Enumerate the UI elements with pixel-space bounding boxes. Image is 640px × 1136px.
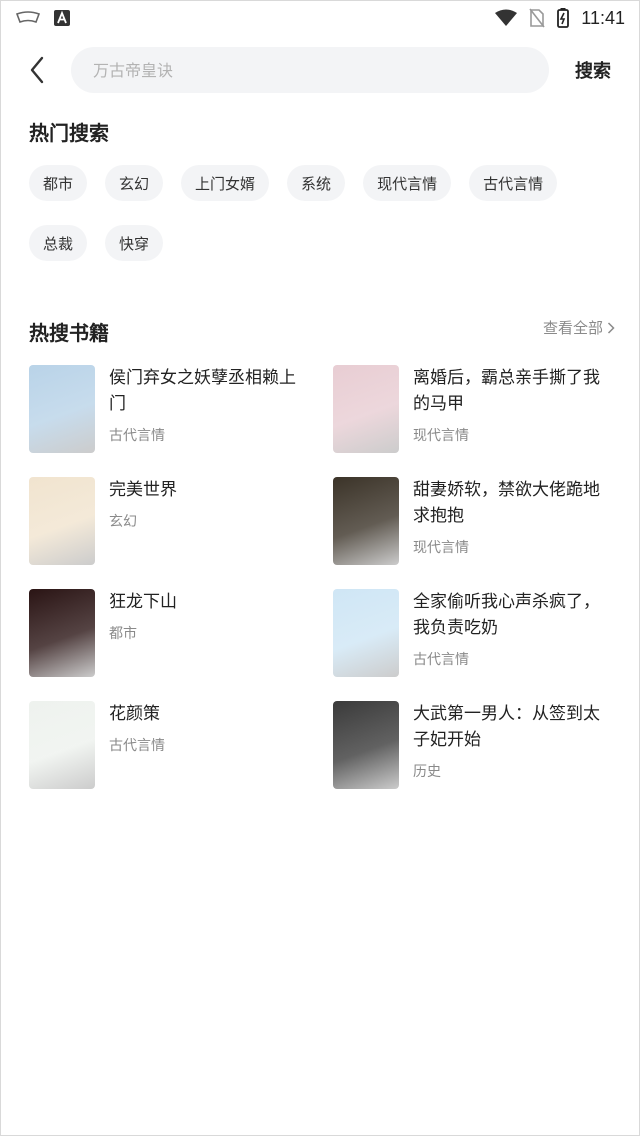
no-sim-icon (529, 8, 545, 28)
book-cover[interactable] (333, 365, 399, 453)
book-item[interactable]: 大武第一男人：从签到太子妃开始 历史 (333, 701, 619, 789)
book-cover[interactable] (333, 589, 399, 677)
tag-shangmennvxu[interactable]: 上门女婿 (181, 165, 270, 201)
book-cover[interactable] (29, 701, 95, 789)
tag-kuaichuan[interactable]: 快穿 (105, 225, 164, 261)
book-category: 现代言情 (413, 540, 469, 556)
tag-gudaiyanqing[interactable]: 古代言情 (469, 165, 558, 201)
book-title[interactable]: 侯门弃女之妖孽丞相赖上门 (109, 365, 305, 417)
clock: 11:41 (581, 7, 625, 28)
book-title[interactable]: 甜妻娇软，禁欲大佬跪地求抱抱 (413, 477, 609, 529)
chevron-right-icon (607, 321, 615, 334)
book-category: 都市 (109, 626, 137, 642)
tag-dushi[interactable]: 都市 (29, 165, 88, 201)
book-cover[interactable] (29, 477, 95, 565)
book-info: 花颜策 古代言情 (109, 701, 305, 789)
hot-books-title: 热搜书籍 (29, 321, 109, 345)
book-item[interactable]: 甜妻娇软，禁欲大佬跪地求抱抱 现代言情 (333, 477, 619, 565)
book-list: 侯门弃女之妖孽丞相赖上门 古代言情 离婚后，霸总亲手撕了我的马甲 现代言情 完美… (29, 365, 619, 789)
status-right: 11:41 (495, 8, 625, 29)
book-cover[interactable] (29, 589, 95, 677)
book-category: 玄幻 (109, 514, 137, 530)
book-cover[interactable] (29, 365, 95, 453)
back-button[interactable] (21, 53, 53, 87)
book-title[interactable]: 花颜策 (109, 701, 305, 727)
android-debug-icon (53, 9, 71, 27)
book-title[interactable]: 大武第一男人：从签到太子妃开始 (413, 701, 609, 753)
book-info: 大武第一男人：从签到太子妃开始 历史 (413, 701, 609, 789)
book-category: 古代言情 (109, 738, 165, 754)
book-cover[interactable] (333, 701, 399, 789)
book-item[interactable]: 花颜策 古代言情 (29, 701, 333, 789)
book-item[interactable]: 侯门弃女之妖孽丞相赖上门 古代言情 (29, 365, 333, 453)
wifi-icon (495, 9, 518, 27)
book-info: 甜妻娇软，禁欲大佬跪地求抱抱 现代言情 (413, 477, 609, 565)
book-title[interactable]: 完美世界 (109, 477, 305, 503)
search-row: 搜索 (1, 45, 639, 95)
hot-search-title: 热门搜索 (29, 121, 109, 145)
book-info: 全家偷听我心声杀疯了，我负责吃奶 古代言情 (413, 589, 609, 677)
hot-search-tags: 都市 玄幻 上门女婿 系统 现代言情 古代言情 总裁 快穿 (29, 165, 589, 261)
book-title[interactable]: 离婚后，霸总亲手撕了我的马甲 (413, 365, 609, 417)
view-all-link[interactable]: 查看全部 (543, 317, 615, 338)
book-info: 完美世界 玄幻 (109, 477, 305, 565)
book-category: 现代言情 (413, 428, 469, 444)
view-all-label: 查看全部 (542, 319, 603, 337)
search-box[interactable] (71, 47, 549, 93)
battery-icon (557, 8, 570, 28)
book-category: 历史 (413, 764, 441, 780)
status-left (15, 9, 71, 27)
book-item[interactable]: 完美世界 玄幻 (29, 477, 333, 565)
book-item[interactable]: 离婚后，霸总亲手撕了我的马甲 现代言情 (333, 365, 619, 453)
book-category: 古代言情 (109, 428, 165, 444)
tag-xiandaiyanqing[interactable]: 现代言情 (363, 165, 452, 201)
app-notification-icon (15, 11, 41, 25)
book-item[interactable]: 狂龙下山 都市 (29, 589, 333, 677)
book-title[interactable]: 狂龙下山 (109, 589, 305, 615)
tag-xitong[interactable]: 系统 (287, 165, 346, 201)
search-input[interactable] (93, 60, 549, 80)
tag-zongcai[interactable]: 总裁 (29, 225, 88, 261)
status-bar: 11:41 (1, 1, 639, 35)
book-title[interactable]: 全家偷听我心声杀疯了，我负责吃奶 (413, 589, 609, 641)
book-category: 古代言情 (413, 652, 469, 668)
chevron-left-icon (30, 56, 44, 84)
search-button[interactable]: 搜索 (575, 57, 611, 83)
book-info: 侯门弃女之妖孽丞相赖上门 古代言情 (109, 365, 305, 453)
tag-xuanhuan[interactable]: 玄幻 (105, 165, 164, 201)
book-info: 狂龙下山 都市 (109, 589, 305, 677)
book-info: 离婚后，霸总亲手撕了我的马甲 现代言情 (413, 365, 609, 453)
book-item[interactable]: 全家偷听我心声杀疯了，我负责吃奶 古代言情 (333, 589, 619, 677)
book-cover[interactable] (333, 477, 399, 565)
